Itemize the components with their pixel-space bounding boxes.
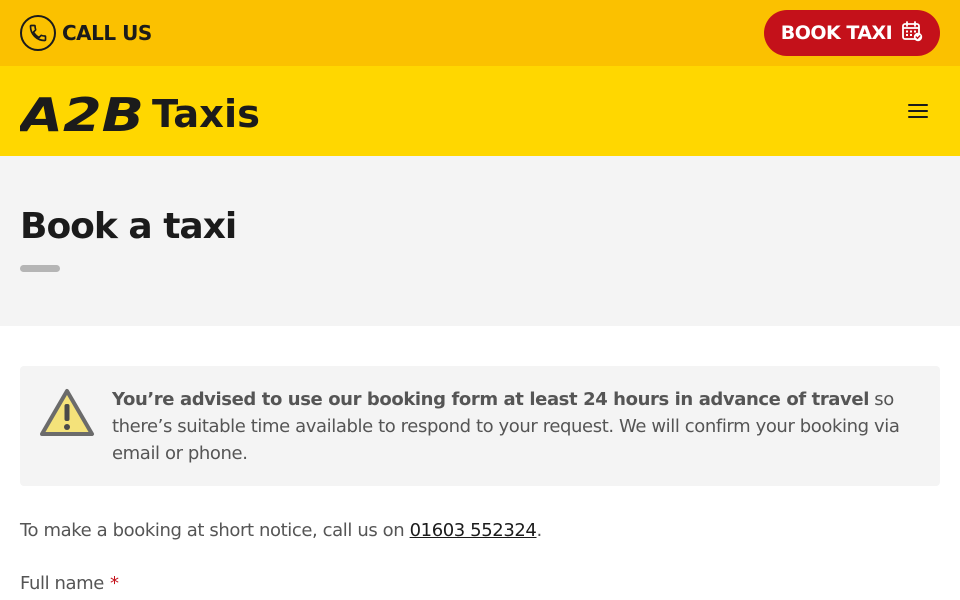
full-name-label: Full name * [20,571,119,597]
page-hero: Book a taxi [0,156,960,326]
top-bar: CALL US BOOK TAXI [0,0,960,66]
call-us-link[interactable]: CALL US [20,15,152,51]
call-us-label: CALL US [62,21,152,45]
required-marker: * [109,573,119,594]
book-taxi-button[interactable]: BOOK TAXI [764,10,940,56]
full-name-label-text: Full name [20,573,104,594]
logo-word: Taxis [152,92,260,136]
phone-number-link[interactable]: 01603 552324 [410,520,537,541]
title-underline [20,265,60,272]
calendar-check-icon [901,20,923,47]
short-notice-text: To make a booking at short notice, call … [20,518,940,544]
notice-bold-text: You’re advised to use our booking form a… [112,389,869,410]
short-notice-prefix: To make a booking at short notice, call … [20,520,410,541]
site-header: A2B Taxis [0,66,960,156]
book-taxi-label: BOOK TAXI [780,22,893,44]
phone-icon [20,15,56,51]
warning-triangle-icon [40,389,94,436]
advance-booking-notice: You’re advised to use our booking form a… [20,366,940,486]
hamburger-menu-icon[interactable] [906,100,930,122]
a2b-taxis-logo[interactable]: A2B Taxis [20,88,262,136]
page-title: Book a taxi [20,206,237,247]
short-notice-suffix: . [536,520,543,541]
logo-mark: A2B [20,88,144,136]
notice-text: You’re advised to use our booking form a… [112,386,927,467]
